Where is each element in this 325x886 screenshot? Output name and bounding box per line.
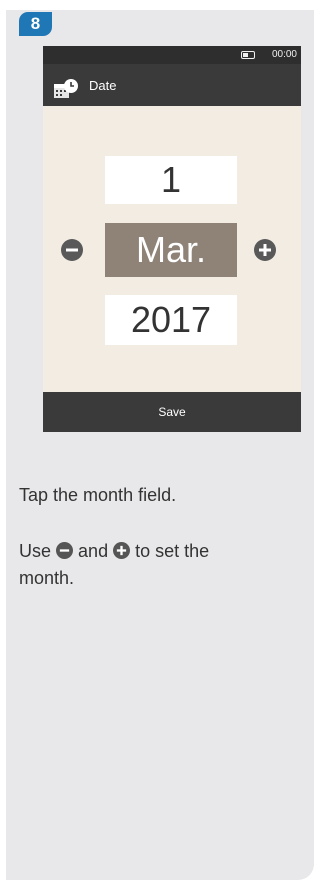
day-field[interactable]: 1 xyxy=(105,156,237,204)
instruction-text: Use xyxy=(19,541,52,561)
status-bar: 00:00 xyxy=(43,46,301,64)
status-time: 00:00 xyxy=(271,49,297,60)
instruction-step-2: Use and to set the month. xyxy=(19,538,269,592)
year-field[interactable]: 2017 xyxy=(105,295,237,345)
screen-title: Date xyxy=(89,78,117,93)
battery-icon xyxy=(241,51,255,59)
calendar-clock-icon xyxy=(54,79,78,98)
minus-icon xyxy=(56,542,74,559)
month-field[interactable]: Mar. xyxy=(105,223,237,277)
plus-icon[interactable] xyxy=(254,239,276,261)
instruction-text: and xyxy=(78,541,109,561)
plus-icon xyxy=(113,542,131,559)
title-bar: Date xyxy=(43,64,301,106)
save-button[interactable]: Save xyxy=(43,392,301,432)
minus-icon[interactable] xyxy=(61,239,83,261)
step-badge: 8 xyxy=(19,12,52,36)
device-screen: 00:00 Date 1 Mar. 2017 Save xyxy=(43,46,301,432)
instruction-step-1: Tap the month field. xyxy=(19,485,177,505)
